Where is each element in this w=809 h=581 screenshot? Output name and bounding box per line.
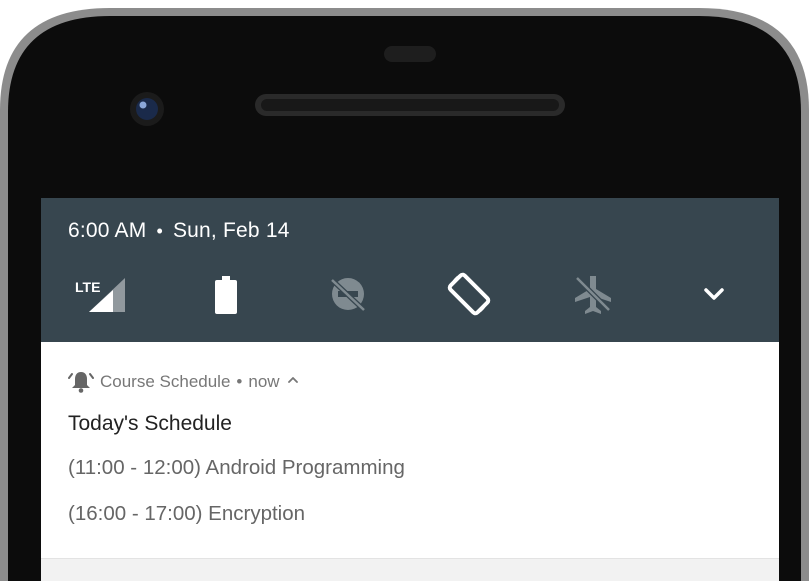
top-slot bbox=[384, 46, 436, 62]
notification-header: Course Schedule • now bbox=[68, 370, 300, 394]
screen: 6:00 AM • Sun, Feb 14 LTE Course Schedul… bbox=[41, 198, 779, 581]
battery-icon[interactable] bbox=[198, 266, 254, 322]
do-not-disturb-icon[interactable] bbox=[320, 266, 376, 322]
alarm-bell-icon bbox=[68, 370, 94, 394]
clock-time: 6:00 AM bbox=[68, 219, 147, 242]
notification-shade-bottom bbox=[41, 558, 779, 581]
lte-signal-icon[interactable]: LTE bbox=[71, 266, 127, 322]
airplane-mode-icon[interactable] bbox=[565, 266, 621, 322]
notification-card[interactable]: Course Schedule • now Today's Schedule (… bbox=[41, 342, 779, 558]
notification-app-name: Course Schedule bbox=[100, 372, 231, 391]
notification-line-2: (16:00 - 17:00) Encryption bbox=[68, 502, 306, 525]
header-date: Sun, Feb 14 bbox=[172, 219, 290, 242]
auto-rotate-icon[interactable] bbox=[441, 266, 497, 322]
quick-settings-panel: 6:00 AM • Sun, Feb 14 LTE bbox=[41, 198, 779, 342]
status-header: 6:00 AM • Sun, Feb 14 bbox=[68, 217, 290, 245]
notification-title: Today's Schedule bbox=[68, 412, 232, 435]
notification-time: now bbox=[248, 372, 280, 391]
collapse-chevron-icon[interactable] bbox=[286, 372, 300, 392]
notification-line-1: (11:00 - 12:00) Android Programming bbox=[68, 456, 405, 479]
svg-text:LTE: LTE bbox=[75, 279, 100, 295]
notification-separator: • bbox=[236, 372, 243, 391]
expand-chevron-icon[interactable] bbox=[686, 266, 742, 322]
header-separator: • bbox=[156, 220, 163, 241]
quick-settings-row: LTE bbox=[41, 266, 779, 322]
